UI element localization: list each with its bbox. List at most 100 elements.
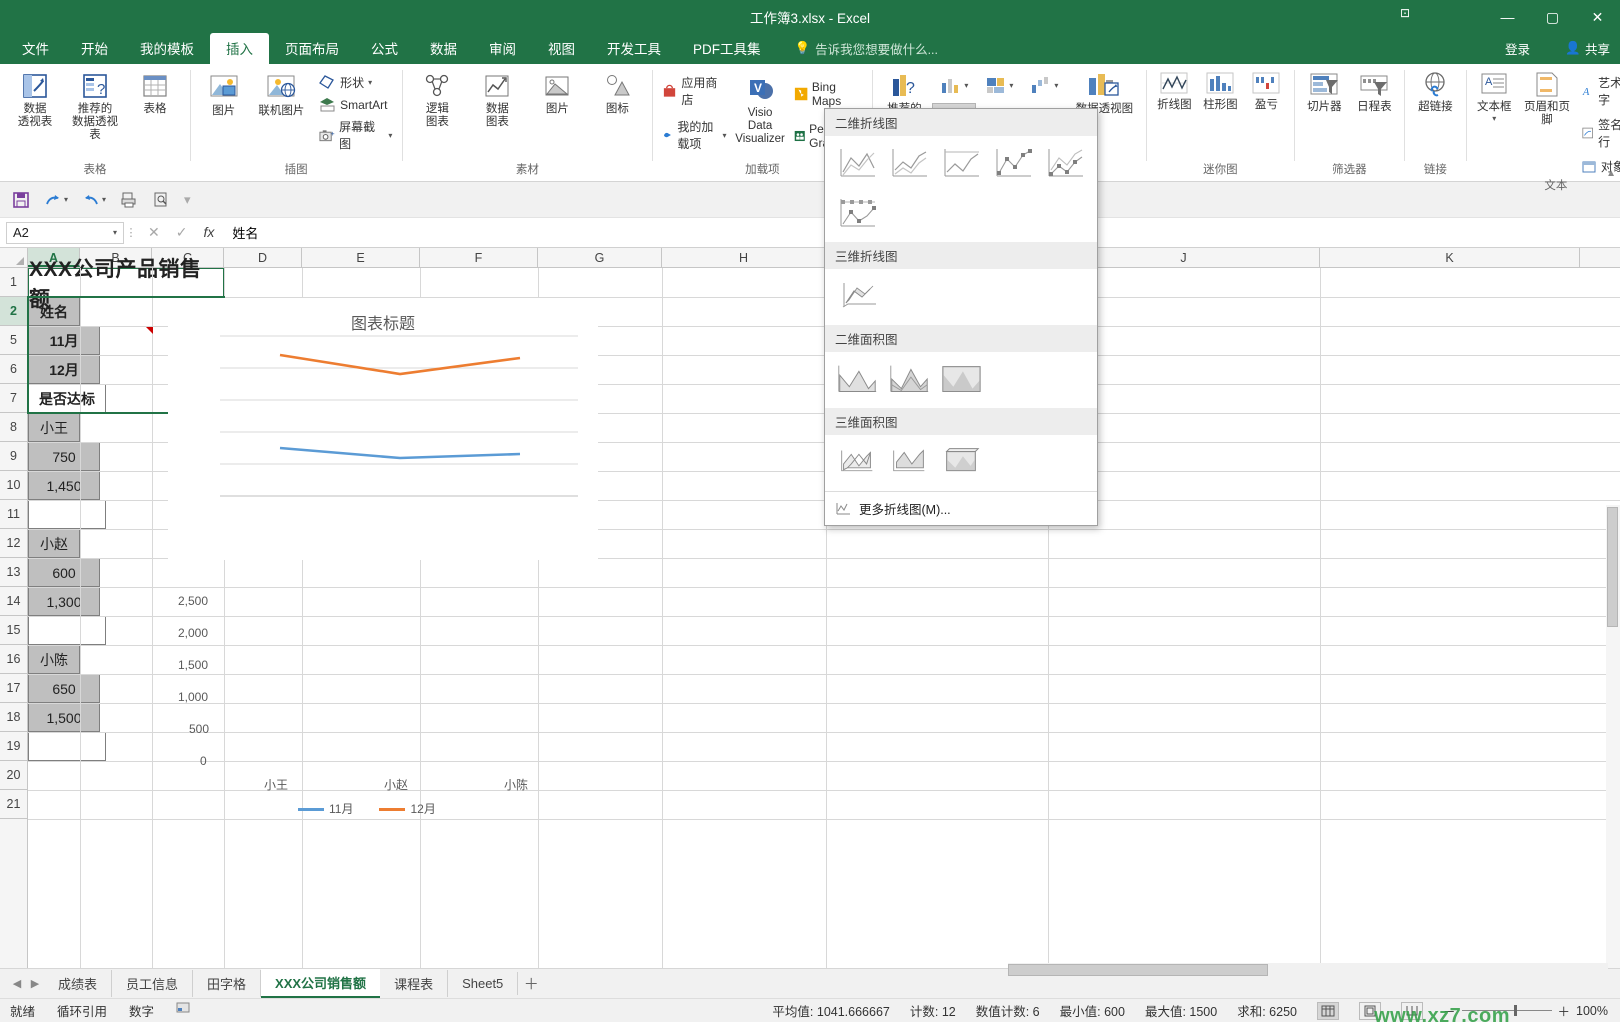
signature-line-button[interactable]: 签名行 ▾ [1578,114,1620,152]
screenshot-button[interactable]: + 屏幕截图 ▾ [315,116,396,154]
visio-visualizer-button[interactable]: V Visio Data Visualizer [733,72,788,150]
store-button[interactable]: 应用商店 [658,72,730,110]
tab-file[interactable]: 文件 [6,33,65,64]
chevron-down-icon[interactable]: ▾ [964,81,968,90]
gallery-item-stacked-line-markers[interactable] [1041,142,1089,186]
gallery-item-3d-stacked-area[interactable] [885,441,933,485]
tab-pdf-tools[interactable]: PDF工具集 [677,33,777,64]
zoom-knob[interactable] [1513,1005,1517,1016]
normal-view-button[interactable] [1316,1001,1339,1020]
maximize-button[interactable]: ▢ [1530,0,1575,34]
gallery-item-area[interactable] [833,358,881,402]
row-header-1[interactable]: 1 [0,268,27,297]
column-header-D[interactable]: D [224,248,302,267]
bing-maps-button[interactable]: Bing Maps [790,78,867,110]
slicer-button[interactable]: 切片器 [1300,68,1348,117]
chevron-down-icon[interactable]: ▾ [1492,114,1496,123]
chevron-down-icon[interactable]: ▾ [64,195,68,204]
customize-qat-icon[interactable]: ▾ [184,192,191,208]
row-header-13[interactable]: 13 [0,558,27,587]
horizontal-scroll-thumb[interactable] [1008,964,1268,976]
vertical-scrollbar[interactable] [1606,505,1620,968]
first-sheet-button[interactable]: ◀ [8,977,26,990]
smartart-button[interactable]: SmartArt [315,95,396,114]
minimize-button[interactable]: — [1485,0,1530,34]
hierarchy-chart-button[interactable]: ▾ [977,68,1021,102]
cell-C5[interactable]: 1,450 [28,471,100,500]
textbox-button[interactable]: A 文本框 ▾ [1472,68,1516,126]
tab-insert[interactable]: 插入 [210,33,269,64]
row-header-12[interactable]: 12 [0,529,27,558]
row-header-19[interactable]: 19 [0,732,27,761]
zoom-in-button[interactable]: ＋ [1558,1001,1571,1020]
gallery-item-stacked-line[interactable] [885,142,933,186]
gallery-item-3d-line[interactable] [833,275,881,319]
undo-icon[interactable]: ▾ [82,192,106,208]
cell-A6[interactable]: 小赵 [28,529,80,558]
redo-icon[interactable]: ▾ [44,192,68,208]
gallery-item-3d-100-stacked-area[interactable] [937,441,985,485]
cell-A1-title[interactable]: XXX公司产品销售额 [28,258,224,311]
tab-review[interactable]: 审阅 [473,33,532,64]
row-header-21[interactable]: 21 [0,790,27,819]
picture-button[interactable]: 图片 [196,68,252,121]
column-header-E[interactable]: E [302,248,420,267]
cell-B5[interactable]: 750 [28,442,100,471]
save-icon[interactable] [12,191,30,209]
hyperlink-button[interactable]: 超链接 [1410,68,1460,117]
sparkline-winloss-button[interactable]: 盈亏 [1244,68,1288,115]
row-header-16[interactable]: 16 [0,645,27,674]
row-header-10[interactable]: 10 [0,471,27,500]
timeline-button[interactable]: 日程表 [1350,68,1398,117]
waterfall-chart-button[interactable]: ▾ [1022,68,1066,102]
gallery-item-stacked-area[interactable] [885,358,933,402]
cell-A7[interactable]: 小陈 [28,645,80,674]
data-chart-button[interactable]: 数据 图表 [468,68,526,132]
chevron-down-icon[interactable]: ▾ [1009,81,1013,90]
row-header-15[interactable]: 15 [0,616,27,645]
row-header-17[interactable]: 17 [0,674,27,703]
collapse-ribbon-button[interactable]: ▲ [1606,168,1616,179]
zoom-level-label[interactable]: 100% [1576,1004,1608,1018]
table-button[interactable]: 表格 [126,68,184,119]
gallery-item-line-with-markers[interactable] [989,142,1037,186]
gallery-item-100-stacked-area[interactable] [937,358,985,402]
sign-in-button[interactable]: 登录 [1505,39,1530,58]
chevron-down-icon[interactable]: ▾ [113,228,117,237]
print-icon[interactable] [120,191,138,209]
cell-D2[interactable]: 是否达标 [28,384,106,413]
row-header-5[interactable]: 5 [0,326,27,355]
recommended-pivot-button[interactable]: ? 推荐的 数据透视表 [66,68,124,146]
tab-view[interactable]: 视图 [532,33,591,64]
row-header-9[interactable]: 9 [0,442,27,471]
chevron-down-icon[interactable]: ▾ [723,131,727,140]
cell-D7[interactable] [28,732,106,761]
tab-formulas[interactable]: 公式 [355,33,414,64]
restore-window-icon[interactable]: ⊡ [1400,6,1410,20]
chevron-down-icon[interactable]: ▾ [388,131,392,140]
row-header-8[interactable]: 8 [0,413,27,442]
cell-D5[interactable] [28,500,106,529]
cell-D6[interactable] [28,616,106,645]
tab-data[interactable]: 数据 [414,33,473,64]
close-button[interactable]: ✕ [1575,0,1620,34]
column-chart-button[interactable]: ▾ [932,68,976,102]
row-header-7[interactable]: 7 [0,384,27,413]
row-header-2[interactable]: 2 [0,297,27,326]
sheet-tab-sheet5[interactable]: Sheet5 [448,972,519,995]
cell-B6[interactable]: 600 [28,558,100,587]
confirm-edit-icon[interactable]: ✓ [176,224,188,241]
print-preview-icon[interactable] [152,191,170,209]
cancel-edit-icon[interactable]: ✕ [148,224,160,241]
prev-sheet-button[interactable]: ▶ [26,977,44,990]
chevron-down-icon[interactable]: ▾ [368,78,372,87]
wordart-button[interactable]: A 艺术字 ▾ [1578,72,1620,110]
share-button[interactable]: 👤 共享 [1565,39,1610,58]
legend-item-11month[interactable]: 11月 [298,800,353,817]
select-all-corner[interactable] [0,248,28,267]
cell-A5[interactable]: 小王 [28,413,80,442]
tab-home[interactable]: 开始 [65,33,124,64]
sheet-tab-tianzige[interactable]: 田字格 [193,970,262,997]
my-addins-button[interactable]: 我的加载项 ▾ [658,116,730,154]
horizontal-scrollbar[interactable] [1008,963,1608,977]
